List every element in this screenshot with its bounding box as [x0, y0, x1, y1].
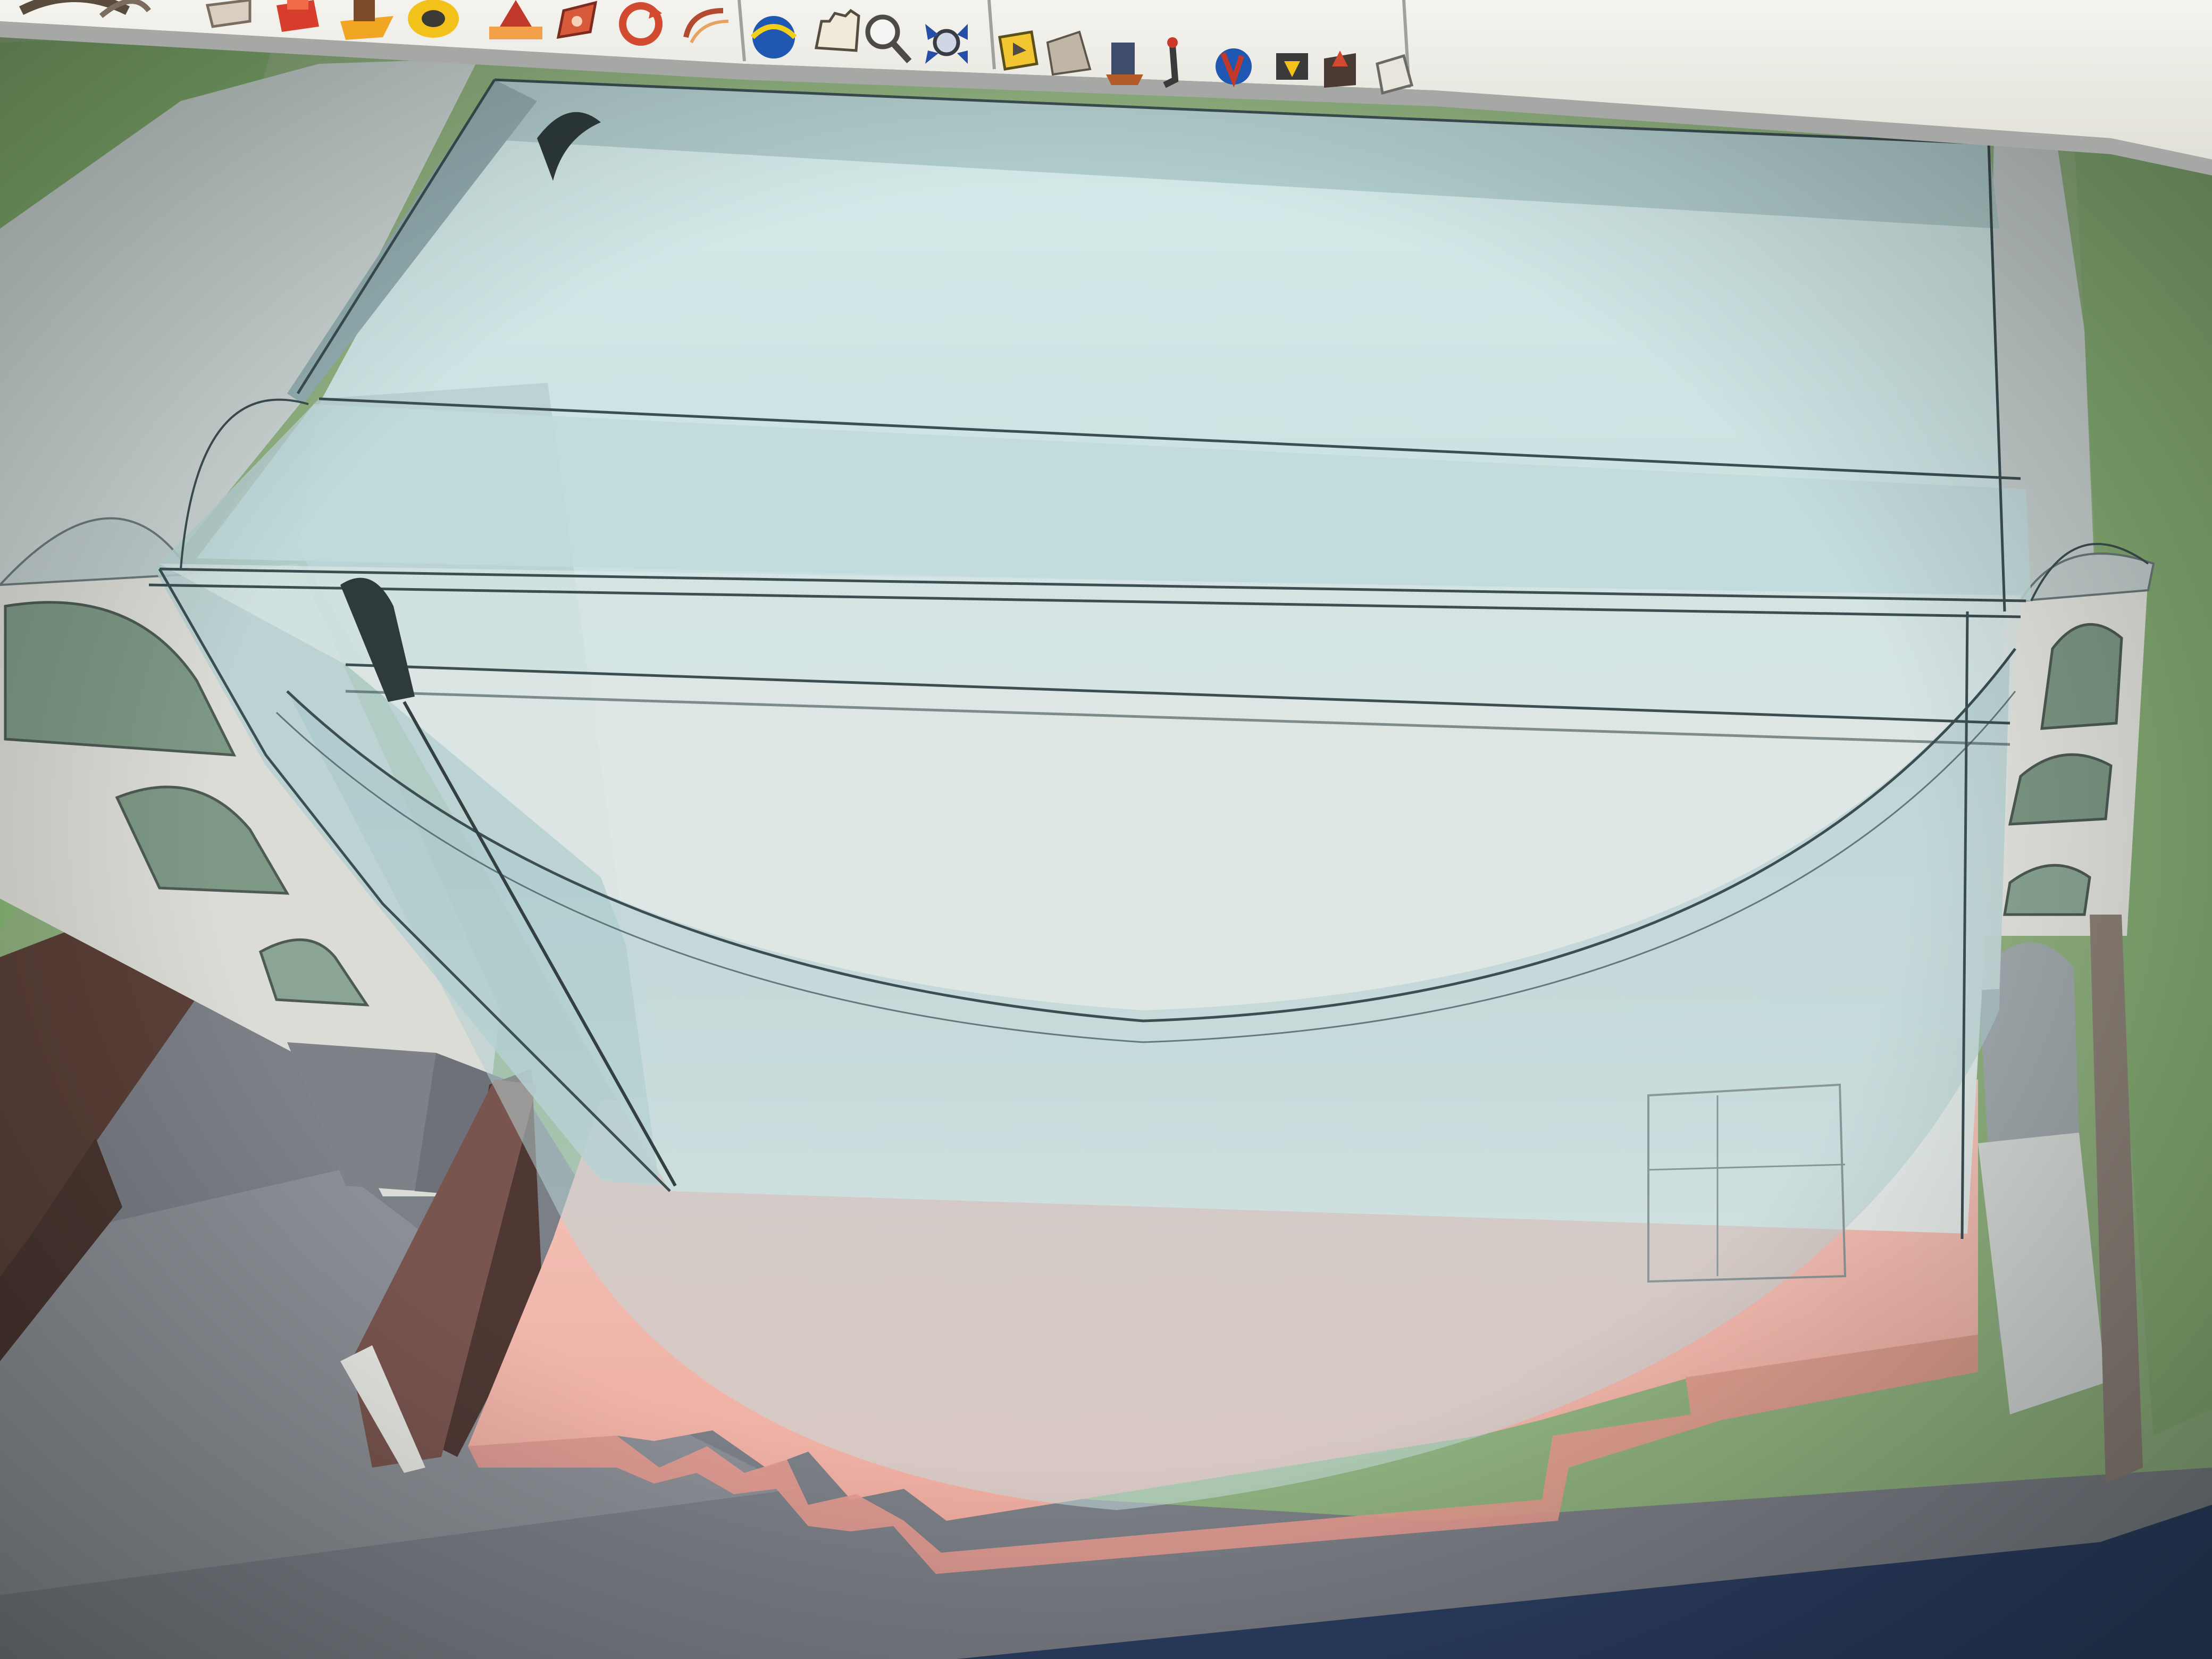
- viewport-canvas[interactable]: [0, 128, 2148, 1521]
- toolbar-region[interactable]: [0, 0, 1425, 117]
